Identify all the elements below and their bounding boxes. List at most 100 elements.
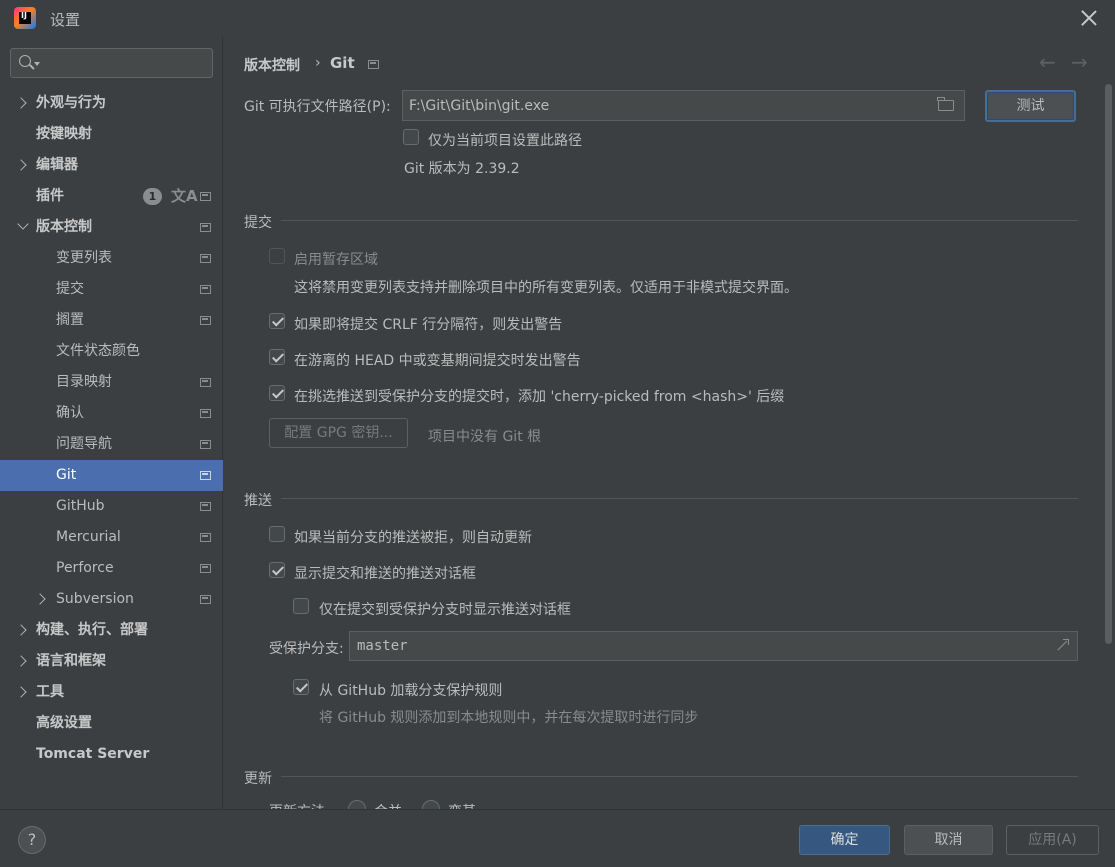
cherry-pick-suffix-checkbox[interactable]	[269, 385, 285, 401]
expand-icon[interactable]	[1055, 639, 1069, 653]
protected-branches-field[interactable]	[349, 631, 1078, 661]
chevron-right-icon[interactable]	[15, 686, 27, 698]
help-button[interactable]: ?	[18, 826, 46, 854]
project-level-icon	[200, 595, 211, 604]
project-level-icon	[200, 564, 211, 573]
project-level-icon	[200, 254, 211, 263]
auto-update-label: 如果当前分支的推送被拒，则自动更新	[294, 530, 532, 546]
project-level-icon	[200, 502, 211, 511]
sidebar-item-perforce[interactable]: Perforce	[0, 553, 223, 584]
chevron-right-icon[interactable]	[15, 159, 27, 171]
no-git-root-text: 项目中没有 Git 根	[428, 429, 542, 445]
folder-open-icon[interactable]	[937, 97, 954, 111]
translate-icon: 文A	[171, 187, 198, 205]
chevron-right-icon[interactable]	[15, 97, 27, 109]
git-path-input[interactable]	[409, 91, 929, 120]
breadcrumb-separator: ›	[315, 55, 321, 71]
detached-head-label: 在游离的 HEAD 中或变基期间提交时发出警告	[294, 353, 581, 369]
project-level-icon	[200, 285, 211, 294]
sidebar-item-keymap[interactable]: 按键映射	[0, 119, 223, 150]
sidebar-item-confirmation[interactable]: 确认	[0, 398, 223, 429]
project-level-icon	[200, 409, 211, 418]
crlf-warning-label: 如果即将提交 CRLF 行分隔符，则发出警告	[294, 317, 563, 333]
show-push-dialog-label: 显示提交和推送的推送对话框	[294, 566, 476, 582]
commit-section-title: 提交	[244, 215, 272, 231]
crlf-warning-checkbox[interactable]	[269, 313, 285, 329]
intellij-logo-icon: IJ	[14, 7, 36, 29]
vertical-scrollbar[interactable]	[1103, 36, 1113, 809]
configure-gpg-button[interactable]: 配置 GPG 密钥...	[269, 418, 408, 448]
git-path-field[interactable]	[402, 90, 965, 121]
protected-only-checkbox[interactable]	[293, 598, 309, 614]
sidebar-item-git[interactable]: Git	[0, 460, 223, 491]
git-path-label: Git 可执行文件路径(P):	[244, 99, 391, 115]
sidebar-item-appearance[interactable]: 外观与行为	[0, 88, 223, 119]
sidebar-item-mercurial[interactable]: Mercurial	[0, 522, 223, 553]
project-level-icon	[200, 378, 211, 387]
chevron-down-icon[interactable]	[34, 62, 40, 66]
protected-branches-input[interactable]	[357, 632, 1037, 660]
project-level-icon	[200, 223, 211, 232]
sidebar-item-tomcat[interactable]: Tomcat Server	[0, 739, 223, 770]
cherry-pick-suffix-label: 在挑选推送到受保护分支的提交时，添加 'cherry-picked from <…	[294, 389, 785, 405]
search-input[interactable]	[43, 49, 208, 77]
project-only-checkbox[interactable]	[403, 129, 419, 145]
sidebar-item-tools[interactable]: 工具	[0, 677, 223, 708]
push-section-title: 推送	[244, 493, 272, 509]
update-count-badge: 1	[143, 188, 162, 205]
sidebar-item-languages[interactable]: 语言和框架	[0, 646, 223, 677]
show-push-dialog-checkbox[interactable]	[269, 562, 285, 578]
project-level-icon	[200, 316, 211, 325]
sidebar-item-advanced[interactable]: 高级设置	[0, 708, 223, 739]
sidebar-item-build[interactable]: 构建、执行、部署	[0, 615, 223, 646]
github-rules-description: 将 GitHub 规则添加到本地规则中，并在每次提取时进行同步	[319, 710, 699, 726]
search-icon	[19, 55, 31, 67]
settings-search[interactable]	[10, 48, 213, 78]
ok-button[interactable]: 确定	[799, 825, 890, 855]
sidebar-item-issue-navigation[interactable]: 问题导航	[0, 429, 223, 460]
github-rules-label: 从 GitHub 加载分支保护规则	[319, 683, 503, 699]
chevron-right-icon[interactable]	[34, 593, 46, 605]
sidebar-item-plugins[interactable]: 插件 1 文A	[0, 181, 223, 212]
project-level-icon	[200, 440, 211, 449]
sidebar-item-commit[interactable]: 提交	[0, 274, 223, 305]
protected-branches-label: 受保护分支:	[269, 641, 344, 657]
section-divider	[281, 220, 1078, 221]
settings-sidebar: 外观与行为 按键映射 编辑器 插件 1 文A 版本控制 变更列表 提交 搁置 文…	[0, 36, 223, 809]
settings-content: 版本控制 › Git ← → Git 可执行文件路径(P): 测试 仅为当前项目…	[224, 36, 1115, 820]
cancel-button[interactable]: 取消	[904, 825, 993, 855]
update-section-title: 更新	[244, 771, 272, 787]
scrollbar-thumb[interactable]	[1105, 84, 1112, 644]
sidebar-item-shelf[interactable]: 搁置	[0, 305, 223, 336]
staging-area-checkbox[interactable]	[269, 248, 285, 264]
window-title: 设置	[50, 11, 81, 29]
title-bar: IJ 设置	[0, 0, 1115, 36]
project-level-icon	[200, 192, 211, 201]
sidebar-item-file-status-colors[interactable]: 文件状态颜色	[0, 336, 223, 367]
sidebar-item-editor[interactable]: 编辑器	[0, 150, 223, 181]
back-arrow-icon[interactable]: ←	[1039, 50, 1056, 74]
forward-arrow-icon[interactable]: →	[1071, 50, 1088, 74]
project-level-icon	[200, 533, 211, 542]
apply-button[interactable]: 应用(A)	[1006, 825, 1099, 855]
auto-update-checkbox[interactable]	[269, 526, 285, 542]
git-version-text: Git 版本为 2.39.2	[404, 161, 520, 177]
page-title: Git	[330, 54, 355, 72]
chevron-down-icon[interactable]	[17, 218, 29, 230]
sidebar-item-changelists[interactable]: 变更列表	[0, 243, 223, 274]
project-only-label: 仅为当前项目设置此路径	[428, 133, 582, 149]
chevron-right-icon[interactable]	[15, 624, 27, 636]
sidebar-item-github[interactable]: GitHub	[0, 491, 223, 522]
dialog-footer: ? 确定 取消 应用(A)	[0, 809, 1115, 867]
sidebar-item-version-control[interactable]: 版本控制	[0, 212, 223, 243]
github-rules-checkbox[interactable]	[293, 679, 309, 695]
section-divider	[281, 776, 1078, 777]
sidebar-item-directory-mappings[interactable]: 目录映射	[0, 367, 223, 398]
breadcrumb-parent[interactable]: 版本控制	[244, 55, 300, 75]
detached-head-checkbox[interactable]	[269, 349, 285, 365]
test-button[interactable]: 测试	[985, 90, 1076, 122]
sidebar-item-subversion[interactable]: Subversion	[0, 584, 223, 615]
chevron-right-icon[interactable]	[15, 655, 27, 667]
close-icon[interactable]	[1077, 6, 1101, 30]
protected-only-label: 仅在提交到受保护分支时显示推送对话框	[319, 602, 571, 618]
